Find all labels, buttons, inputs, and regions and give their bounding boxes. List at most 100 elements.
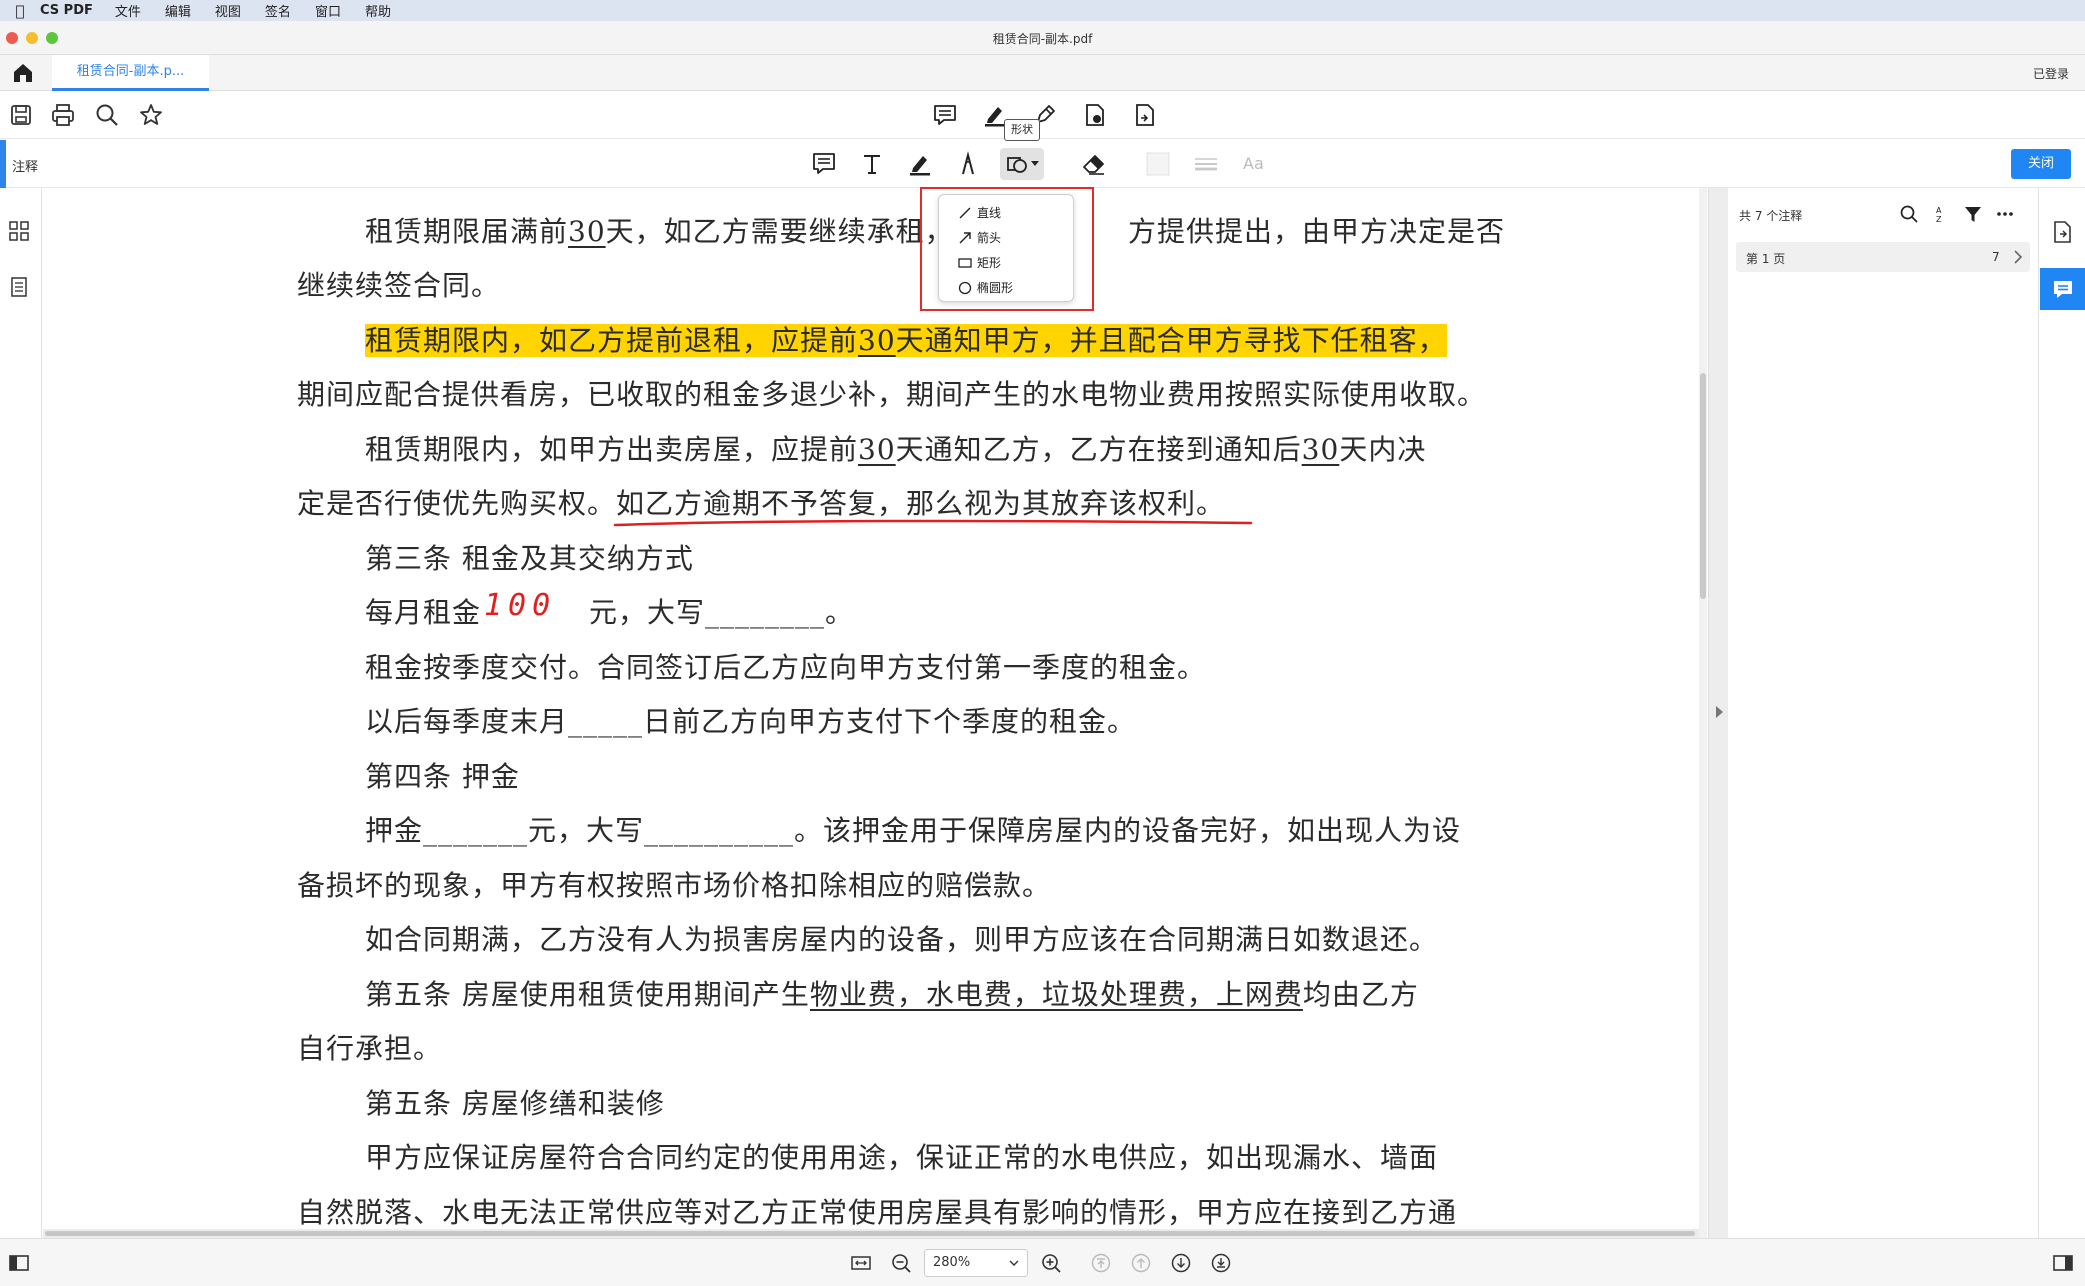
- section-4-title: 第四条 押金: [365, 760, 520, 793]
- annotation-toolbar: 注释 Aa 关闭: [0, 140, 2085, 188]
- zoom-out-icon[interactable]: [890, 1252, 912, 1274]
- menu-bar:  CS PDF 文件 编辑 视图 签名 窗口 帮助: [0, 0, 2085, 21]
- section-5-title: 第五条 房屋使用租赁使用期间产生物业费，水电费，垃圾处理费，上网费均由乙方: [365, 978, 1419, 1011]
- annotations-panel-tab[interactable]: [2040, 268, 2085, 310]
- doc-line-2: 继续续签合同。: [297, 269, 501, 302]
- page-properties-icon[interactable]: [2050, 220, 2074, 244]
- shape-menu-rectangle[interactable]: 矩形: [939, 250, 1073, 275]
- last-page-icon[interactable]: [1210, 1252, 1232, 1274]
- next-page-icon[interactable]: [1170, 1252, 1192, 1274]
- horizontal-scrollbar[interactable]: [43, 1229, 1699, 1238]
- eraser-icon[interactable]: [1080, 150, 1108, 178]
- doc-line-rent: 每月租金 元，大写________。: [365, 596, 855, 629]
- shape-tool-button[interactable]: [1000, 148, 1044, 180]
- filter-icon[interactable]: [1963, 204, 1983, 224]
- note-icon[interactable]: [810, 150, 838, 178]
- shape-menu-arrow-label: 箭头: [977, 231, 1002, 245]
- section-3-title: 第三条 租金及其交纳方式: [365, 542, 694, 575]
- toggle-right-sidebar-icon[interactable]: [2052, 1252, 2074, 1274]
- panel-search-icon[interactable]: [1899, 204, 1919, 224]
- home-icon[interactable]: [10, 61, 36, 85]
- shape-menu-line-label: 直线: [977, 206, 1002, 220]
- menu-sign[interactable]: 签名: [265, 1, 291, 20]
- text-icon[interactable]: [858, 150, 886, 178]
- pdf-page: 租赁期限届满前30天，如乙方需要继续承租， 方提供提出，由甲方决定是否 继续续签…: [43, 188, 1703, 1238]
- red-underline-annotation[interactable]: [613, 516, 1253, 530]
- menu-file[interactable]: 文件: [115, 1, 141, 20]
- bookmark-star-icon[interactable]: [138, 102, 164, 128]
- doc-line-1b: 方提供提出，由甲方决定是否: [1128, 215, 1506, 248]
- menu-window[interactable]: 窗口: [315, 1, 341, 20]
- shape-menu-arrow[interactable]: 箭头: [939, 225, 1073, 250]
- main-toolbar: [0, 91, 2085, 139]
- outline-icon[interactable]: [8, 276, 30, 298]
- freehand-pen-icon[interactable]: [954, 150, 982, 178]
- shape-menu-ellipse[interactable]: 椭圆形: [939, 275, 1073, 300]
- svg-text:A: A: [1936, 206, 1942, 215]
- section-5b-title: 第五条 房屋修缮和装修: [365, 1087, 665, 1120]
- arrow-icon: [959, 231, 971, 243]
- font-style-button[interactable]: Aa: [1243, 154, 1264, 173]
- first-page-icon[interactable]: [1090, 1252, 1112, 1274]
- app-name-menu[interactable]: CS PDF: [40, 3, 93, 18]
- fit-width-icon[interactable]: [850, 1252, 872, 1274]
- vertical-scroll-thumb[interactable]: [1700, 373, 1706, 599]
- zoom-level-value: 280%: [933, 1255, 971, 1270]
- doc-line-usage: 自行承担。: [297, 1032, 443, 1065]
- annotation-page-label: 第 1 页: [1746, 252, 1786, 266]
- highlighter-icon[interactable]: [906, 150, 934, 178]
- line-icon: [959, 207, 971, 218]
- doc-line-1: 租赁期限届满前30天，如乙方需要继续承租，: [365, 215, 954, 248]
- menu-help[interactable]: 帮助: [365, 1, 391, 20]
- horizontal-scroll-thumb[interactable]: [45, 1231, 1695, 1236]
- chevron-down-icon: [1031, 161, 1039, 166]
- chevron-right-icon: [2014, 250, 2023, 264]
- sort-icon[interactable]: A Z: [1931, 204, 1951, 224]
- more-options-icon[interactable]: [1995, 204, 2015, 224]
- export-page-icon[interactable]: [1132, 102, 1158, 128]
- line-weight-icon[interactable]: [1192, 150, 1220, 178]
- page-settings-icon[interactable]: [1082, 102, 1108, 128]
- left-sidebar: [0, 188, 42, 1238]
- zoom-level-select[interactable]: 280%: [924, 1249, 1028, 1277]
- annotation-accent-bar: [0, 140, 6, 188]
- annotation-page-row[interactable]: 第 1 页 7: [1736, 242, 2030, 272]
- tab-document[interactable]: 租赁合同-副本.p...: [52, 55, 209, 91]
- handwritten-rent-annotation[interactable]: 100: [484, 588, 556, 623]
- toggle-left-sidebar-icon[interactable]: [8, 1252, 30, 1274]
- color-swatch-icon[interactable]: [1144, 150, 1172, 178]
- svg-text:Z: Z: [1936, 215, 1942, 224]
- annotation-mode-label: 注释: [12, 160, 39, 175]
- ellipse-icon: [958, 281, 972, 294]
- comment-icon[interactable]: [932, 102, 958, 128]
- menu-edit[interactable]: 编辑: [165, 1, 191, 20]
- shape-menu-line[interactable]: 直线: [939, 200, 1073, 225]
- login-status[interactable]: 已登录: [2033, 65, 2069, 82]
- doc-line-repair-2: 自然脱落、水电无法正常供应等对乙方正常使用房屋具有影响的情形，甲方应在接到乙方通: [297, 1196, 1458, 1229]
- document-viewer[interactable]: 租赁期限届满前30天，如乙方需要继续承租， 方提供提出，由甲方决定是否 继续续签…: [43, 188, 1703, 1238]
- right-sidebar: [2040, 188, 2085, 1238]
- chevron-right-icon: [1716, 706, 1723, 718]
- panel-collapse-handle[interactable]: [1708, 188, 1728, 1238]
- menu-view[interactable]: 视图: [215, 1, 241, 20]
- doc-line-4: 期间应配合提供看房，已收取的租金多退少补，期间产生的水电物业费用按照实际使用收取…: [297, 378, 1487, 411]
- search-icon[interactable]: [94, 102, 120, 128]
- doc-line-deposit-2: 备损坏的现象，甲方有权按照市场价格扣除相应的赔偿款。: [297, 869, 1052, 902]
- tab-bar: 租赁合同-副本.p... 已登录: [0, 55, 2085, 91]
- close-annotation-button[interactable]: 关闭: [2011, 149, 2071, 179]
- vertical-scrollbar[interactable]: [1699, 188, 1707, 1238]
- doc-line-3: 租赁期限内，如乙方提前退租，应提前30天通知甲方，并且配合甲方寻找下任租客，: [365, 324, 1447, 357]
- doc-line-repair-1: 甲方应保证房屋符合合同约定的使用用途，保证正常的水电供应，如出现漏水、墙面: [365, 1141, 1439, 1174]
- window-title: 租赁合同-副本.pdf: [992, 32, 1093, 46]
- zoom-in-icon[interactable]: [1040, 1252, 1062, 1274]
- previous-page-icon[interactable]: [1130, 1252, 1152, 1274]
- title-bar: 租赁合同-副本.pdf: [0, 21, 2085, 55]
- print-icon[interactable]: [50, 102, 76, 128]
- save-icon[interactable]: [8, 102, 34, 128]
- shape-menu-rectangle-label: 矩形: [977, 256, 1002, 270]
- thumbnails-icon[interactable]: [8, 220, 30, 242]
- apple-icon[interactable]: : [0, 2, 40, 20]
- annotation-page-count: 7: [1992, 250, 2000, 264]
- annotation-count: 共 7 个注释: [1739, 209, 1803, 223]
- doc-line-rent-2: 租金按季度交付。合同签订后乙方应向甲方支付第一季度的租金。: [365, 651, 1207, 684]
